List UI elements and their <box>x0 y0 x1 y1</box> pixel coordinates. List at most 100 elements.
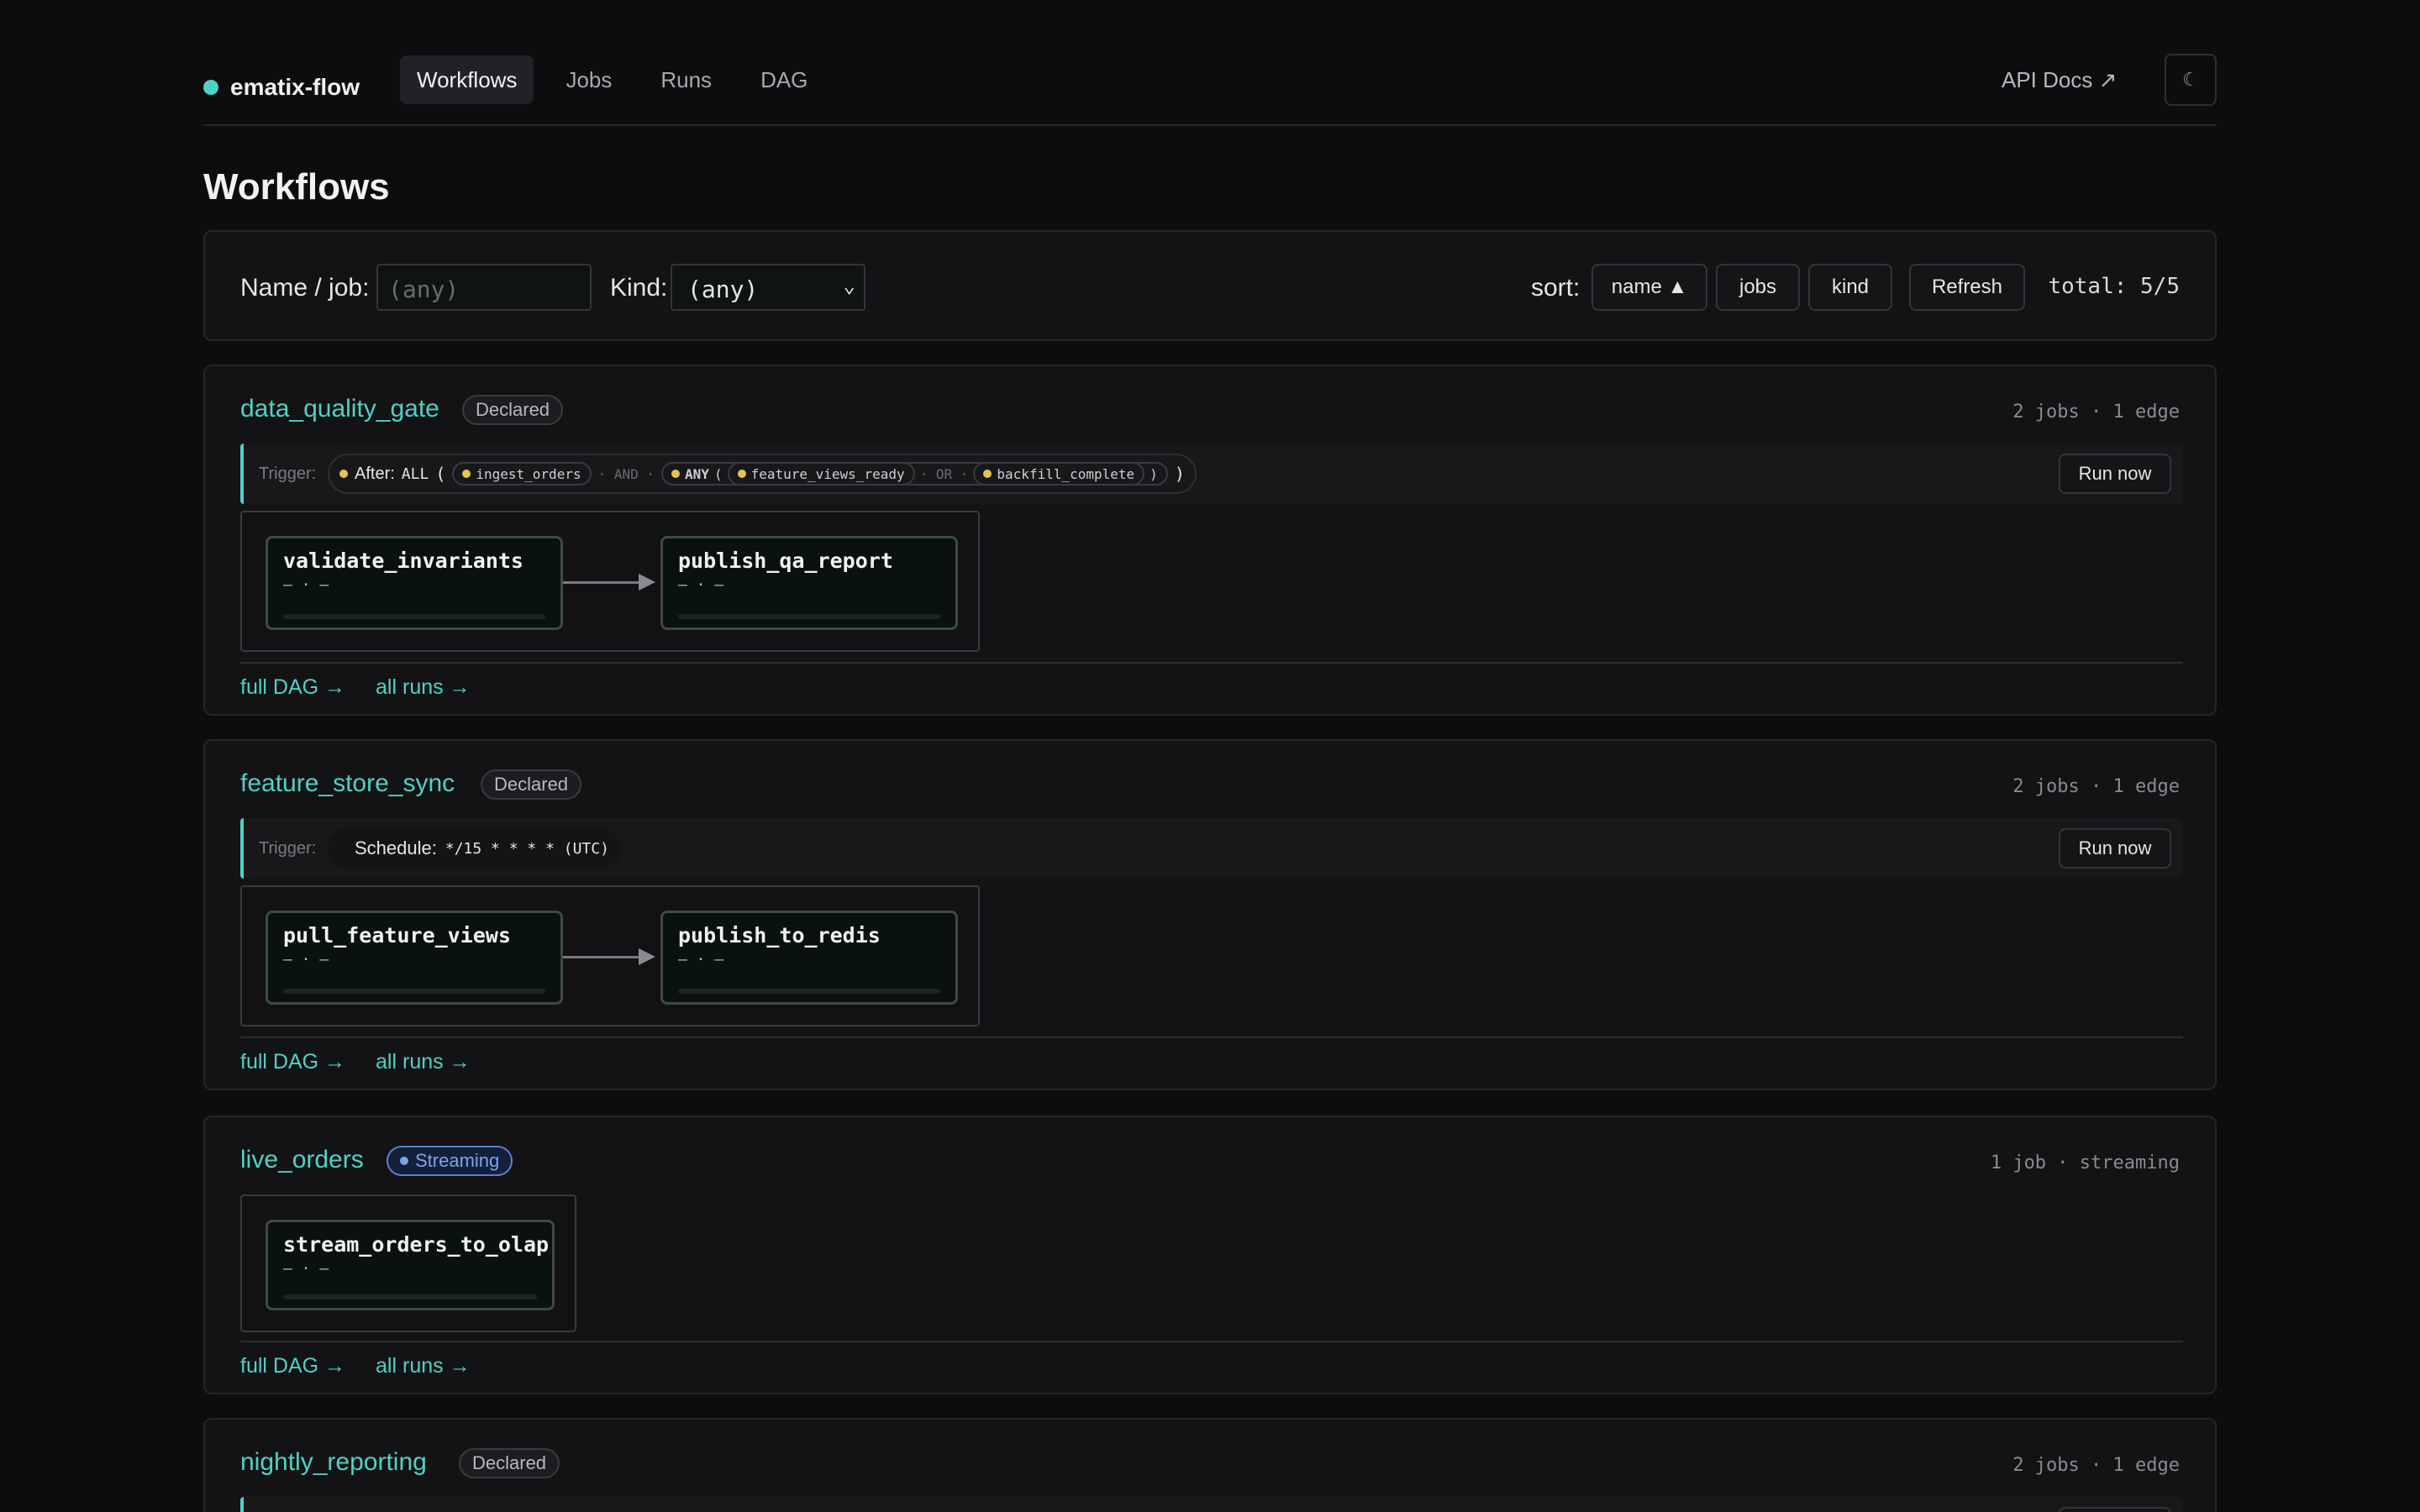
moon-icon: ☾ <box>2182 69 2199 90</box>
job-name: pull_feature_views <box>283 923 511 948</box>
chip-dot-icon <box>737 470 746 478</box>
kind-badge: Declared <box>462 395 564 425</box>
all-runs-link[interactable]: all runs → <box>376 1354 471 1378</box>
top-nav: ematix-flow Workflows Jobs Runs DAG API … <box>203 49 2217 126</box>
sort-name-button[interactable]: name ▲ <box>1591 264 1707 311</box>
nav-tabs: Workflows Jobs Runs DAG <box>400 55 824 104</box>
full-dag-link[interactable]: full DAG → <box>240 1354 345 1378</box>
workflow-card: nightly_reporting Declared 2 jobs · 1 ed… <box>203 1418 2217 1512</box>
workflow-meta: 2 jobs · 1 edge <box>2012 1455 2180 1476</box>
trigger-dot-icon <box>339 470 348 478</box>
job-progress-bar <box>283 989 545 994</box>
mini-dag: validate_invariants – · – publish_qa_rep… <box>240 511 980 652</box>
job-progress-bar <box>678 989 940 994</box>
job-progress-bar <box>678 614 940 619</box>
trigger-label: Trigger: <box>259 839 317 858</box>
job-name: validate_invariants <box>283 549 523 573</box>
chevron-down-icon: ⌄ <box>843 274 855 297</box>
trigger-expression: Schedule: */15 * * * * (UTC) <box>328 828 621 869</box>
nav-runs[interactable]: Runs <box>644 55 729 104</box>
workflow-meta: 1 job · streaming <box>1990 1152 2180 1173</box>
job-node[interactable]: publish_to_redis – · – <box>660 911 958 1005</box>
chip-dot-icon <box>983 470 992 478</box>
trigger-all: ALL <box>401 465 429 483</box>
workflow-name[interactable]: nightly_reporting <box>240 1448 427 1477</box>
trigger-chip: ingest_orders <box>452 462 592 486</box>
trigger-operator: · OR · <box>919 465 969 482</box>
nav-workflows[interactable]: Workflows <box>400 55 534 104</box>
kind-badge: Declared <box>459 1448 560 1478</box>
mini-dag: stream_orders_to_olap – · – <box>240 1194 576 1332</box>
total-count: total: 5/5 <box>2048 274 2180 299</box>
theme-toggle-button[interactable]: ☾ <box>2165 54 2217 106</box>
job-status: – · – <box>678 576 724 594</box>
sort-jobs-button[interactable]: jobs <box>1716 264 1800 311</box>
workflow-name[interactable]: data_quality_gate <box>240 395 439 423</box>
brand-name: ematix-flow <box>230 74 360 100</box>
job-status: – · – <box>283 576 329 594</box>
name-filter-label: Name / job: <box>240 274 370 302</box>
workflow-name[interactable]: feature_store_sync <box>240 769 455 798</box>
sort-kind-button[interactable]: kind <box>1808 264 1892 311</box>
workflow-meta: 2 jobs · 1 edge <box>2012 776 2180 797</box>
kind-badge: Declared <box>481 769 582 800</box>
divider <box>240 1341 2183 1342</box>
api-docs-link[interactable]: API Docs ↗ <box>2002 55 2117 104</box>
divider <box>240 662 2183 664</box>
sort-label: sort: <box>1531 274 1581 302</box>
job-node[interactable]: validate_invariants – · – <box>266 536 563 630</box>
refresh-button[interactable]: Refresh <box>1909 264 2025 311</box>
kind-select-value: (any) <box>687 276 759 303</box>
kind-badge-streaming: Streaming <box>387 1146 513 1176</box>
trigger-operator: · AND · <box>597 465 655 482</box>
nav-jobs[interactable]: Jobs <box>549 55 629 104</box>
job-name: stream_orders_to_olap <box>283 1232 550 1257</box>
card-links: full DAG → all runs → <box>240 1354 471 1378</box>
trigger-cron: */15 * * * * (UTC) <box>445 839 609 858</box>
card-links: full DAG → all runs → <box>240 675 471 700</box>
filter-bar: Name / job: (any) Kind: (any) ⌄ sort: na… <box>203 230 2217 341</box>
run-now-button[interactable] <box>2059 1507 2171 1512</box>
job-status: – · – <box>678 951 724 969</box>
workflow-meta: 2 jobs · 1 edge <box>2012 402 2180 423</box>
brand[interactable]: ematix-flow <box>203 66 360 109</box>
workflow-card: data_quality_gate Declared 2 jobs · 1 ed… <box>203 365 2217 716</box>
nav-dag[interactable]: DAG <box>744 55 824 104</box>
trigger-row <box>240 1497 2183 1512</box>
run-now-button[interactable]: Run now <box>2059 454 2171 494</box>
all-runs-link[interactable]: all runs → <box>376 1050 471 1074</box>
job-status: – · – <box>283 951 329 969</box>
workflow-name[interactable]: live_orders <box>240 1146 364 1174</box>
run-now-button[interactable]: Run now <box>2059 828 2171 869</box>
job-node[interactable]: pull_feature_views – · – <box>266 911 563 1005</box>
name-filter-input[interactable]: (any) <box>376 264 592 311</box>
job-node[interactable]: publish_qa_report – · – <box>660 536 958 630</box>
kind-select[interactable]: (any) ⌄ <box>671 264 865 311</box>
all-runs-link[interactable]: all runs → <box>376 675 471 700</box>
trigger-row: Trigger: Schedule: */15 * * * * (UTC) Ru… <box>240 818 2183 879</box>
full-dag-link[interactable]: full DAG → <box>240 1050 345 1074</box>
card-links: full DAG → all runs → <box>240 1050 471 1074</box>
mini-dag: pull_feature_views – · – publish_to_redi… <box>240 885 980 1026</box>
trigger-open-paren: ( <box>435 464 446 484</box>
job-node[interactable]: stream_orders_to_olap – · – <box>266 1220 555 1310</box>
job-name: publish_qa_report <box>678 549 893 573</box>
dag-edge-arrow-icon <box>563 948 655 965</box>
trigger-expression: After: ALL ( ingest_orders · AND · ANY( … <box>328 454 1197 494</box>
job-status: – · – <box>283 1260 329 1278</box>
job-name: publish_to_redis <box>678 923 881 948</box>
trigger-prefix: Schedule: <box>355 837 437 858</box>
job-progress-bar <box>283 614 545 619</box>
workflow-card: live_orders Streaming 1 job · streaming … <box>203 1116 2217 1394</box>
trigger-close-paren: ) <box>1174 464 1185 484</box>
trigger-prefix: After: <box>355 464 395 483</box>
kind-filter-label: Kind: <box>610 274 668 302</box>
job-progress-bar <box>283 1294 537 1299</box>
full-dag-link[interactable]: full DAG → <box>240 675 345 700</box>
divider <box>240 1037 2183 1038</box>
chip-dot-icon <box>671 470 681 478</box>
page-title: Workflows <box>203 166 390 207</box>
workflow-card: feature_store_sync Declared 2 jobs · 1 e… <box>203 739 2217 1090</box>
dag-edge-arrow-icon <box>563 574 655 591</box>
trigger-row: Trigger: After: ALL ( ingest_orders · AN… <box>240 444 2183 504</box>
